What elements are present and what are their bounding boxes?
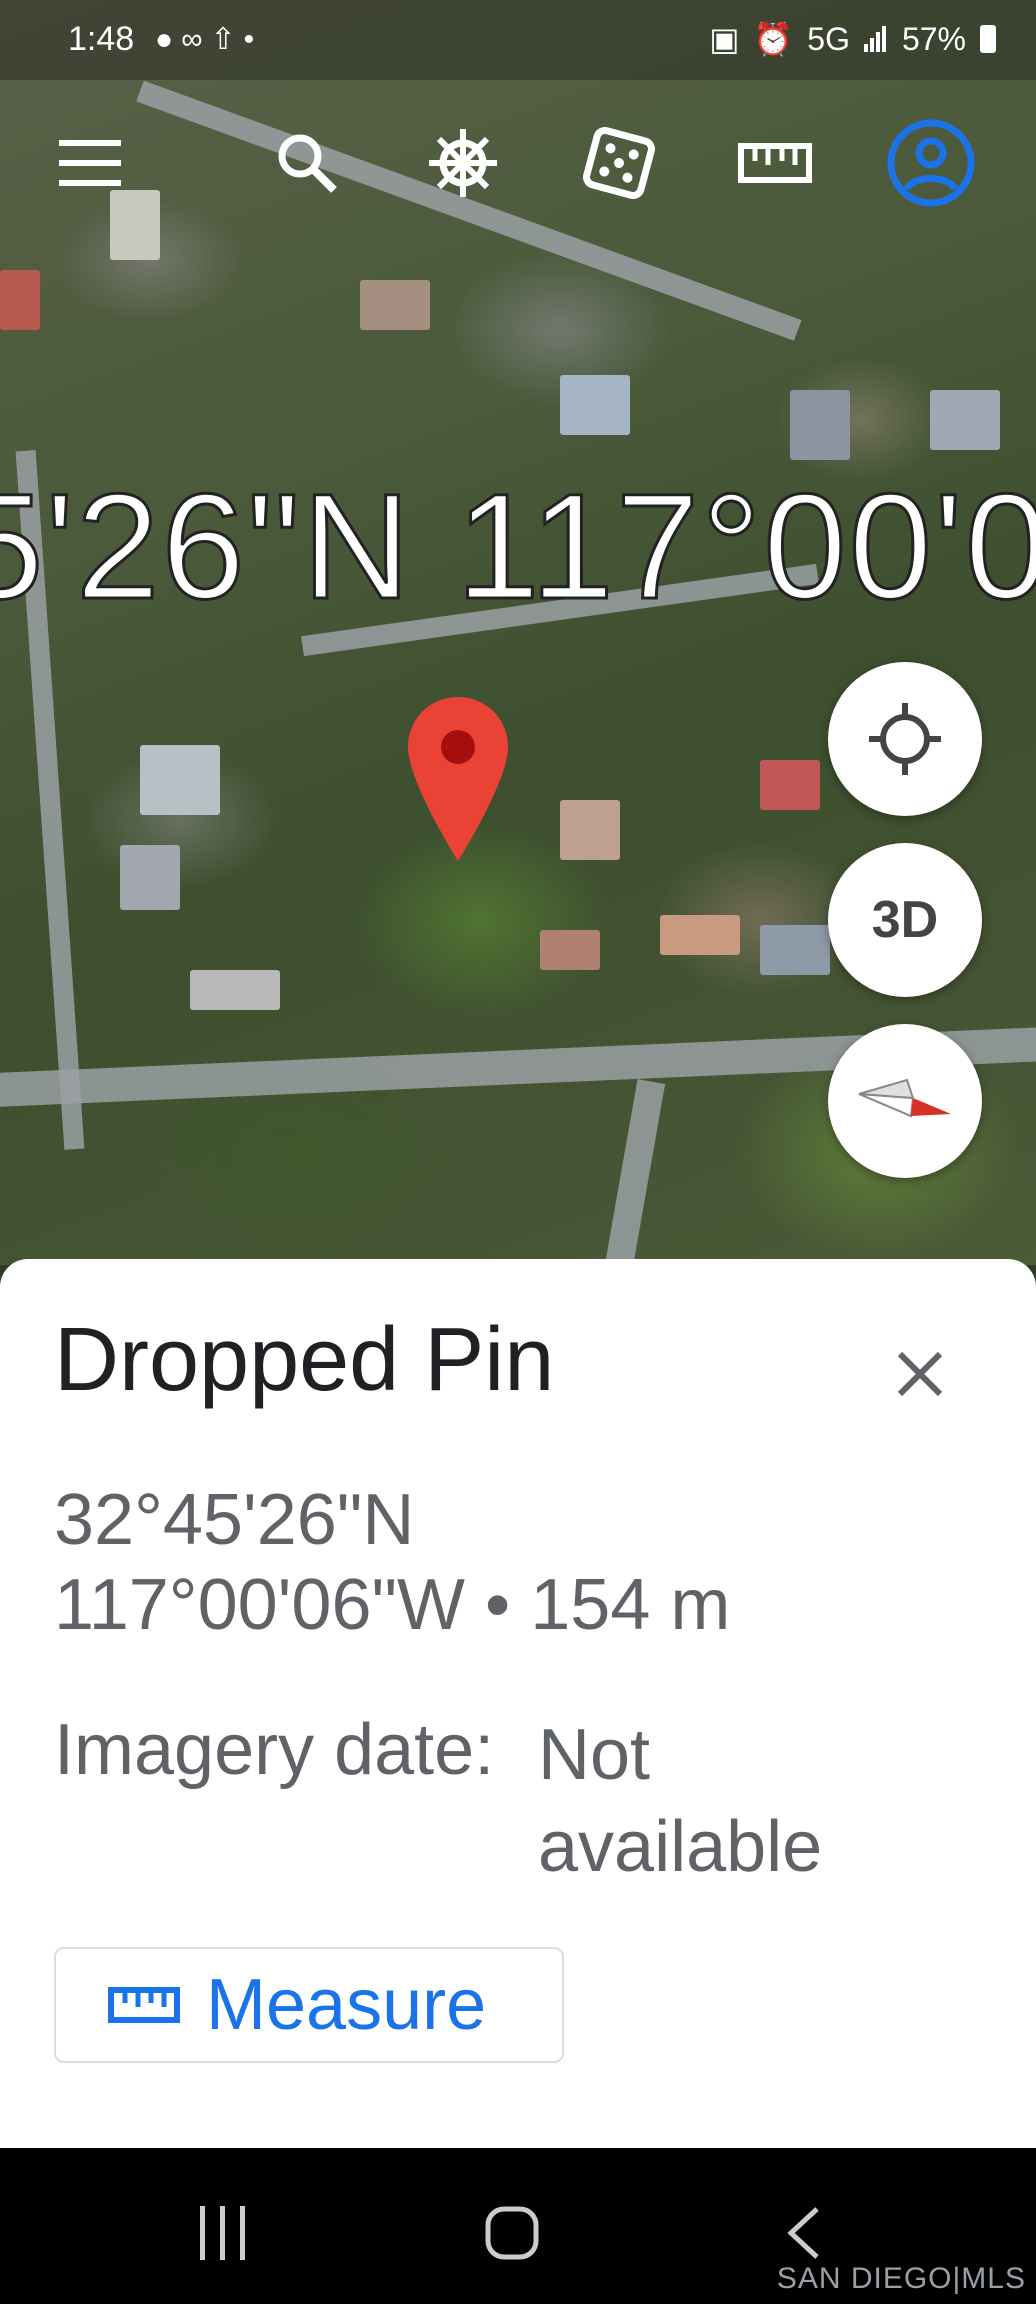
notification-icons: ●∞⇧• (155, 22, 262, 57)
battery-percent: 57% (901, 20, 966, 57)
home-icon (485, 2206, 539, 2260)
signal-icon (863, 26, 886, 52)
watermark: SAN DIEGO|MLS (776, 2262, 1026, 2295)
home-button[interactable] (467, 2198, 557, 2268)
map-building (190, 970, 280, 1010)
measure-button[interactable]: Measure (54, 1947, 564, 2063)
battery-icon (980, 25, 996, 53)
longitude-altitude-text: 117°00'06"W • 154 m (54, 1565, 731, 1645)
system-nav-bar: SAN DIEGO|MLS (0, 2148, 1036, 2304)
close-button[interactable] (880, 1334, 960, 1414)
compass-button[interactable] (828, 1024, 982, 1178)
recent-apps-icon (200, 2206, 245, 2260)
ruler-icon (108, 1987, 180, 2023)
dot-icon: • (243, 23, 263, 56)
coordinates-overlay: 5'26"N 117°00'06 (0, 461, 1036, 632)
map-building (0, 270, 40, 330)
system-indicators: ▣ ⏰ 5G 57% (709, 20, 996, 58)
map-building (660, 915, 740, 955)
im-feeling-lucky-button[interactable] (574, 118, 664, 208)
dropped-pin-card: Dropped Pin 32°45'26"N 117°00'06"W • 154… (0, 1259, 1036, 2148)
battery-saver-icon: ▣ (709, 21, 740, 57)
upload-icon: ⇧ (210, 23, 244, 56)
satellite-map[interactable]: 5'26"N 117°00'06 3D (0, 0, 1036, 1265)
network-type: 5G (807, 20, 850, 57)
map-building (930, 390, 1000, 450)
map-building (360, 280, 430, 330)
close-icon (897, 1351, 943, 1397)
voicemail-icon: ∞ (181, 23, 211, 56)
imagery-date-value: Not available (538, 1715, 823, 1887)
imagery-date-label: Imagery date: (54, 1710, 495, 1790)
map-building (560, 375, 630, 435)
map-building (560, 800, 620, 860)
measure-label: Measure (206, 1965, 487, 2045)
measure-tool-button[interactable] (730, 118, 820, 208)
alarm-icon: ⏰ (753, 21, 794, 57)
red-pin-icon[interactable] (408, 697, 508, 861)
3d-label: 3D (871, 891, 939, 949)
voyager-button[interactable] (418, 118, 508, 208)
map-building (790, 390, 850, 460)
menu-icon (59, 140, 121, 186)
latitude-text: 32°45'26"N (54, 1480, 415, 1560)
search-icon (278, 134, 337, 193)
my-location-button[interactable] (828, 662, 982, 816)
3d-toggle-button[interactable]: 3D (828, 843, 982, 997)
account-icon (887, 119, 975, 207)
card-title: Dropped Pin (54, 1310, 555, 1410)
voyager-icon (429, 129, 497, 197)
search-button[interactable] (262, 118, 352, 208)
back-button[interactable] (758, 2198, 848, 2268)
menu-button[interactable] (45, 118, 135, 208)
map-road (602, 1079, 666, 1265)
clock: 1:48 (68, 20, 135, 58)
map-building (760, 925, 830, 975)
dice-icon (583, 127, 655, 199)
map-building (540, 930, 600, 970)
recent-apps-button[interactable] (178, 2198, 268, 2268)
back-icon (787, 2207, 819, 2259)
compass-icon (858, 1078, 951, 1118)
map-building (760, 760, 820, 810)
ruler-icon (738, 143, 812, 183)
map-building (120, 845, 180, 910)
messenger-icon: ● (155, 23, 182, 56)
crosshair-icon (869, 703, 941, 775)
account-button[interactable] (886, 118, 976, 208)
status-bar: 1:48 ●∞⇧• ▣ ⏰ 5G 57% (0, 0, 1036, 80)
map-building (140, 745, 220, 815)
